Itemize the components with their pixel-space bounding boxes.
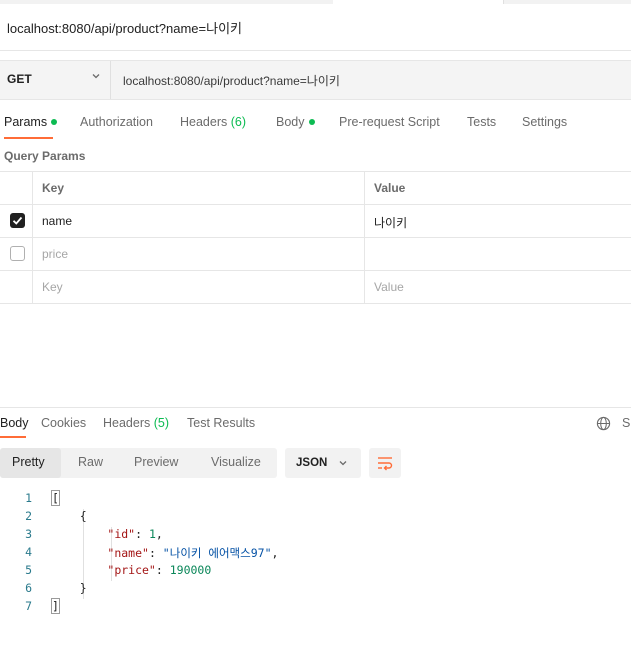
tab-authorization[interactable]: Authorization: [80, 115, 153, 129]
method-select[interactable]: GET: [0, 61, 111, 99]
json-id-value: 1: [148, 527, 156, 541]
param-enabled-checkbox[interactable]: [10, 213, 25, 228]
tab-response-body[interactable]: Body: [0, 416, 29, 430]
wrap-lines-button[interactable]: [369, 448, 401, 478]
json-name-value: 나이키 에어맥스97: [169, 546, 265, 560]
param-key-cell[interactable]: name: [42, 214, 72, 228]
tab-headers[interactable]: Headers (6): [180, 115, 246, 129]
view-visualize-button[interactable]: Visualize: [211, 455, 261, 469]
new-key-input[interactable]: Key: [42, 280, 63, 294]
tab-settings-label: Settings: [522, 115, 568, 129]
format-label: JSON: [296, 457, 328, 469]
headers-count: (6): [230, 115, 247, 129]
key-column-header: Key: [42, 181, 65, 195]
response-tabs: Body Cookies Headers (5) Test Results S: [0, 408, 631, 438]
save-response-button[interactable]: S: [622, 416, 630, 430]
tab-pre-request-label: Pre-request Script: [339, 115, 440, 129]
view-preview-button[interactable]: Preview: [134, 455, 178, 469]
view-mode-bar: Pretty Raw Preview Visualize: [0, 448, 277, 478]
tab-response-headers[interactable]: Headers (5): [103, 416, 169, 430]
tab-body[interactable]: Body: [276, 115, 315, 129]
param-value-cell[interactable]: 나이키: [374, 214, 407, 231]
view-pretty-button[interactable]: Pretty: [12, 455, 45, 469]
query-params-heading: Query Params: [4, 149, 86, 163]
query-params-table: Key Value name 나이키 price Key Value: [0, 171, 631, 304]
tab-cookies[interactable]: Cookies: [41, 416, 86, 430]
tab-body-label: Body: [276, 115, 305, 129]
code-line: 2 {: [0, 507, 631, 525]
line-number: 3: [25, 527, 32, 541]
bracket-close: ]: [51, 598, 60, 614]
response-body-code[interactable]: 1 [ 2 { 3 "id": 1, 4 "name": "나이키 에어맥스97…: [0, 489, 631, 615]
line-number: 4: [25, 545, 32, 559]
checkmark-icon: [12, 216, 23, 225]
bracket-open: [: [51, 490, 60, 506]
code-line: 7 ]: [0, 597, 631, 615]
param-enabled-checkbox[interactable]: [10, 246, 25, 261]
request-tabs: Params Authorization Headers (6) Body Pr…: [0, 104, 631, 140]
active-tab-indicator: [4, 137, 53, 139]
active-response-tab-indicator: [0, 436, 26, 438]
line-number: 5: [25, 563, 32, 577]
url-input[interactable]: localhost:8080/api/product?name=나이키: [123, 72, 340, 89]
response-headers-count: (5): [153, 416, 170, 430]
tab-authorization-label: Authorization: [80, 115, 153, 129]
line-number: 1: [25, 491, 32, 505]
view-raw-button[interactable]: Raw: [78, 455, 103, 469]
json-price-value: 190000: [169, 563, 212, 577]
table-header-row: Key Value: [0, 172, 631, 205]
request-title[interactable]: localhost:8080/api/product?name=나이키: [7, 18, 242, 37]
tab-settings[interactable]: Settings: [522, 115, 567, 129]
tab-tests-label: Tests: [467, 115, 497, 129]
code-line: 5 "price": 190000: [0, 561, 631, 579]
tab-response-headers-label: Headers: [103, 416, 151, 430]
globe-icon[interactable]: [596, 416, 611, 431]
value-column-header: Value: [374, 181, 406, 195]
url-bar: GET localhost:8080/api/product?name=나이키: [0, 60, 631, 100]
param-key-cell[interactable]: price: [42, 247, 68, 261]
format-select[interactable]: JSON: [285, 448, 361, 478]
tab-params[interactable]: Params: [4, 115, 58, 129]
code-line: 6 }: [0, 579, 631, 597]
tab-tests[interactable]: Tests: [467, 115, 496, 129]
code-line: 3 "id": 1,: [0, 525, 631, 543]
method-label: GET: [7, 72, 32, 86]
chevron-down-icon: [92, 74, 100, 79]
tab-pre-request-script[interactable]: Pre-request Script: [339, 115, 440, 129]
table-row-new: Key Value: [0, 271, 631, 304]
line-number: 6: [25, 581, 32, 595]
line-number: 7: [25, 599, 32, 613]
wrap-lines-icon: [378, 457, 393, 471]
request-title-row: localhost:8080/api/product?name=나이키: [0, 4, 631, 51]
code-line: 4 "name": "나이키 에어맥스97",: [0, 543, 631, 561]
code-line: 1 [: [0, 489, 631, 507]
params-status-dot: [51, 118, 58, 125]
new-value-input[interactable]: Value: [374, 280, 404, 294]
line-number: 2: [25, 509, 32, 523]
tab-params-label: Params: [4, 115, 48, 129]
tab-headers-label: Headers: [180, 115, 228, 129]
tab-test-results[interactable]: Test Results: [187, 416, 255, 430]
table-row: name 나이키: [0, 205, 631, 238]
body-status-dot: [308, 118, 315, 125]
table-row: price: [0, 238, 631, 271]
chevron-down-icon: [339, 461, 347, 466]
